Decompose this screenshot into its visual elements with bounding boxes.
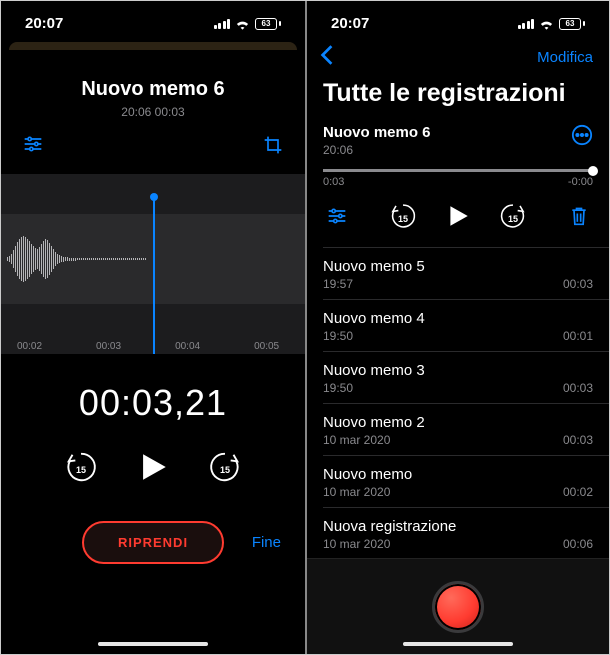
play-button[interactable] [445, 203, 471, 234]
playhead-indicator[interactable] [153, 196, 155, 354]
recording-duration: 00:03 [563, 433, 593, 447]
edit-button[interactable]: Modifica [537, 49, 593, 66]
back-button[interactable] [319, 44, 335, 71]
cellular-icon [214, 19, 231, 29]
remaining-label: -0:00 [568, 176, 593, 188]
record-footer [307, 558, 609, 654]
skip-forward-button[interactable]: 15 [208, 450, 242, 489]
list-item[interactable]: Nuova registrazione 10 mar 2020 00:06 [307, 508, 609, 559]
memo-title[interactable]: Nuovo memo 6 [1, 78, 305, 101]
home-indicator[interactable] [403, 642, 513, 646]
recording-duration: 00:03 [563, 381, 593, 395]
recording-date: 19:50 [323, 329, 353, 343]
recording-title: Nuovo memo 4 [323, 310, 593, 327]
list-item[interactable]: Nuovo memo 5 19:57 00:03 [307, 248, 609, 299]
current-subtitle: 20:06 [323, 143, 431, 157]
recording-duration: 00:06 [563, 537, 593, 551]
elapsed-label: 0:03 [323, 176, 344, 188]
recording-duration: 00:03 [563, 277, 593, 291]
recording-title: Nuovo memo [323, 466, 593, 483]
elapsed-time: 00:03,21 [1, 382, 305, 424]
page-title: Tutte le registrazioni [307, 75, 609, 118]
skip-back-button[interactable]: 15 [389, 202, 417, 235]
current-title[interactable]: Nuovo memo 6 [323, 124, 431, 141]
settings-sliders-icon[interactable] [327, 207, 347, 230]
playback-scrubber[interactable] [323, 169, 593, 172]
recording-date: 19:50 [323, 381, 353, 395]
recording-duration: 00:01 [563, 329, 593, 343]
recordings-list-screen: 20:07 63 Modifica Tutte le registrazioni… [305, 1, 609, 654]
wifi-icon [539, 18, 554, 30]
memo-subtitle: 20:06 00:03 [1, 105, 305, 119]
recording-title: Nuova registrazione [323, 518, 593, 535]
cellular-icon [518, 19, 535, 29]
record-button[interactable] [432, 581, 484, 633]
skip-back-button[interactable]: 15 [64, 450, 98, 489]
settings-sliders-icon[interactable] [23, 135, 43, 160]
skip-forward-button[interactable]: 15 [499, 202, 527, 235]
recording-date: 19:57 [323, 277, 353, 291]
battery-icon: 63 [559, 18, 585, 30]
status-time: 20:07 [25, 15, 63, 32]
recording-title: Nuovo memo 2 [323, 414, 593, 431]
recording-date: 10 mar 2020 [323, 485, 390, 499]
delete-button[interactable] [569, 205, 589, 232]
recording-date: 10 mar 2020 [323, 537, 390, 551]
list-item[interactable]: Nuovo memo 10 mar 2020 00:02 [307, 456, 609, 507]
done-button[interactable]: Fine [252, 534, 281, 551]
sheet-grabber [9, 42, 297, 50]
play-button[interactable] [136, 450, 170, 489]
waveform-area[interactable]: 00:02 00:03 00:04 00:05 [1, 174, 305, 354]
status-time: 20:07 [331, 15, 369, 32]
list-item[interactable]: Nuovo memo 3 19:50 00:03 [307, 352, 609, 403]
list-item[interactable]: Nuovo memo 2 10 mar 2020 00:03 [307, 404, 609, 455]
resume-button[interactable]: RIPRENDI [82, 521, 224, 564]
wifi-icon [235, 18, 250, 30]
recording-edit-screen: 20:07 63 Nuovo memo 6 20:06 00:03 [1, 1, 305, 654]
home-indicator[interactable] [98, 642, 208, 646]
more-options-button[interactable] [571, 124, 593, 151]
recording-title: Nuovo memo 3 [323, 362, 593, 379]
recording-duration: 00:02 [563, 485, 593, 499]
time-ruler: 00:02 00:03 00:04 00:05 [1, 341, 305, 352]
status-bar: 20:07 63 [307, 1, 609, 38]
battery-icon: 63 [255, 18, 281, 30]
crop-icon[interactable] [263, 135, 283, 160]
recording-title: Nuovo memo 5 [323, 258, 593, 275]
list-item[interactable]: Nuovo memo 4 19:50 00:01 [307, 300, 609, 351]
current-recording: Nuovo memo 6 20:06 0:03 -0:00 [307, 118, 609, 247]
recording-date: 10 mar 2020 [323, 433, 390, 447]
status-bar: 20:07 63 [1, 1, 305, 38]
